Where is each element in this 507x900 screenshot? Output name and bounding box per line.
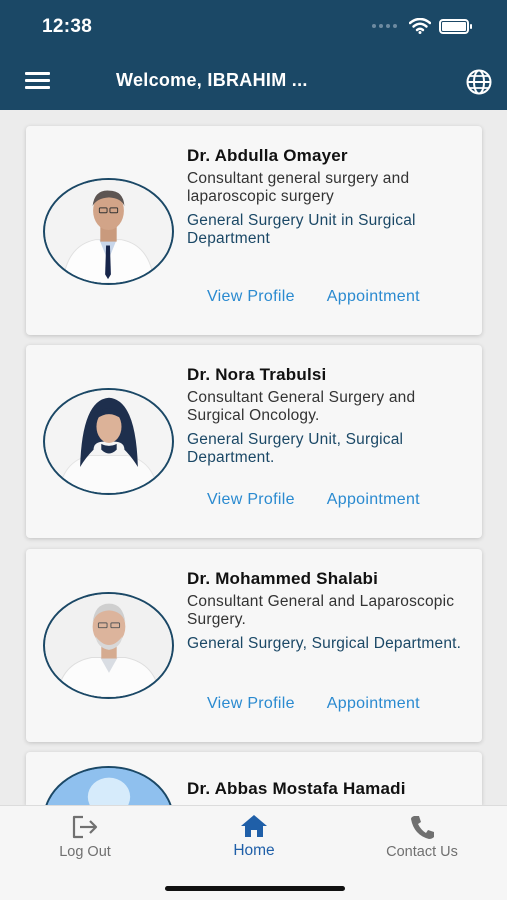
doctor-department: General Surgery, Surgical Department.	[187, 635, 462, 652]
status-icons	[372, 18, 472, 34]
signal-icon	[372, 24, 397, 28]
battery-icon	[439, 18, 472, 34]
view-profile-link[interactable]: View Profile	[207, 695, 295, 713]
doctor-department: General Surgery Unit in Surgical Departm…	[187, 212, 416, 247]
appointment-link[interactable]: Appointment	[327, 695, 420, 713]
doctor-avatar	[43, 592, 174, 699]
globe-icon[interactable]	[465, 68, 493, 96]
doctor-card: Dr. Nora Trabulsi Consultant General Sur…	[26, 345, 482, 538]
appointment-link[interactable]: Appointment	[327, 288, 420, 306]
tab-label: Log Out	[59, 844, 111, 860]
phone-icon	[411, 816, 434, 839]
doctor-avatar	[43, 388, 174, 495]
tab-label: Contact Us	[386, 844, 458, 860]
doctor-title: Consultant general surgery and laparosco…	[187, 170, 410, 205]
appointment-link[interactable]: Appointment	[327, 491, 420, 509]
tab-label: Home	[233, 842, 275, 859]
doctor-card: Dr. Mohammed Shalabi Consultant General …	[26, 549, 482, 742]
doctor-title: Consultant General Surgery and Surgical …	[187, 389, 416, 424]
doctor-card: Dr. Abdulla Omayer Consultant general su…	[26, 126, 482, 335]
doctor-department: General Surgery Unit, Surgical Departmen…	[187, 431, 404, 466]
home-icon	[241, 815, 267, 837]
welcome-title: Welcome, IBRAHIM ...	[116, 70, 308, 90]
wifi-icon	[409, 18, 431, 34]
tab-contact-us[interactable]: Contact Us	[362, 814, 482, 860]
doctor-name: Dr. Nora Trabulsi	[187, 365, 327, 384]
doctor-avatar	[43, 178, 174, 285]
tab-log-out[interactable]: Log Out	[25, 814, 145, 860]
app-header: 12:38 Welcome, IBRAHIM ...	[0, 0, 507, 110]
status-time: 12:38	[42, 16, 93, 37]
doctor-card: Dr. Abbas Mostafa Hamadi	[26, 752, 482, 805]
doctor-title: Consultant General and Laparoscopic Surg…	[187, 593, 455, 628]
tab-home[interactable]: Home	[194, 814, 314, 860]
home-indicator	[165, 886, 345, 891]
logout-icon	[72, 815, 98, 839]
doctor-avatar	[43, 766, 174, 805]
doctor-name: Dr. Abdulla Omayer	[187, 146, 348, 165]
view-profile-link[interactable]: View Profile	[207, 288, 295, 306]
doctor-name: Dr. Abbas Mostafa Hamadi	[187, 779, 406, 798]
hamburger-menu-icon[interactable]	[25, 72, 50, 90]
doctor-name: Dr. Mohammed Shalabi	[187, 569, 379, 588]
view-profile-link[interactable]: View Profile	[207, 491, 295, 509]
